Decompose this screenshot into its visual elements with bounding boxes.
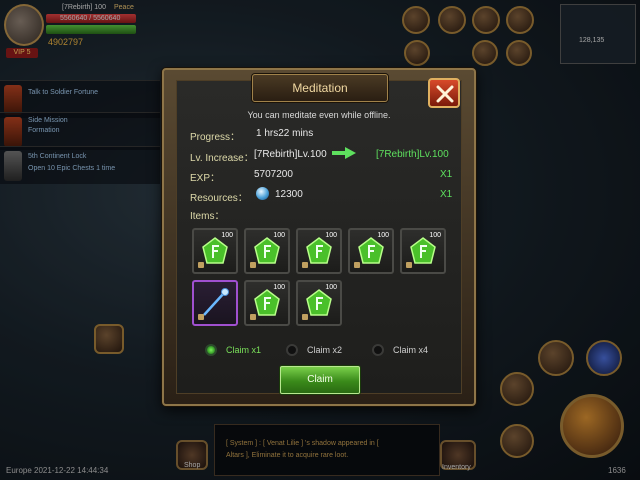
dialog-title: Meditation	[292, 81, 348, 95]
claim-button[interactable]: Claim	[280, 366, 360, 394]
resources-value: 12300	[275, 189, 303, 200]
items-label: Items：	[190, 211, 225, 222]
resources-multiplier: X1	[440, 189, 453, 200]
claim-x1-label[interactable]: Claim x1	[226, 345, 261, 355]
resource-orb-icon	[256, 187, 269, 200]
item-quantity: 100	[273, 284, 285, 291]
bound-lock-icon	[302, 314, 308, 320]
exp-crystal-icon	[358, 237, 384, 264]
progress-value: 1 hrs22 mins	[256, 128, 314, 139]
item-slot-staff[interactable]	[192, 280, 238, 326]
progress-label: Progress：	[190, 132, 241, 143]
claim-x4-label[interactable]: Claim x4	[393, 345, 428, 355]
close-icon	[436, 85, 454, 103]
level-increase-label: Lv. Increase：	[190, 153, 254, 164]
item-slot-exp-crystal[interactable]: 100	[244, 280, 290, 326]
bound-lock-icon	[250, 314, 256, 320]
exp-crystal-icon	[254, 289, 280, 316]
item-slot-exp-crystal[interactable]: 100	[400, 228, 446, 274]
bound-lock-icon	[302, 262, 308, 268]
item-slot-exp-crystal[interactable]: 100	[296, 280, 342, 326]
item-slot-exp-crystal[interactable]: 100	[192, 228, 238, 274]
item-slot-exp-crystal[interactable]: 100	[348, 228, 394, 274]
level-from: [7Rebirth]Lv.100	[254, 149, 327, 160]
bound-lock-icon	[250, 262, 256, 268]
claim-x1-radio[interactable]	[205, 344, 217, 356]
item-quantity: 100	[273, 232, 285, 239]
exp-label: EXP：	[190, 173, 221, 184]
bound-lock-icon	[406, 262, 412, 268]
item-quantity: 100	[377, 232, 389, 239]
exp-crystal-icon	[410, 237, 436, 264]
exp-multiplier: X1	[440, 169, 453, 180]
close-button[interactable]	[428, 78, 460, 108]
exp-crystal-icon	[306, 289, 332, 316]
item-quantity: 100	[325, 284, 337, 291]
exp-crystal-icon	[202, 237, 228, 264]
dialog-subtitle: You can meditate even while offline.	[247, 110, 391, 120]
claim-x2-radio[interactable]	[286, 344, 298, 356]
claim-x4-radio[interactable]	[372, 344, 384, 356]
item-quantity: 100	[429, 232, 441, 239]
bound-lock-icon	[198, 314, 204, 320]
arrow-right-icon	[332, 147, 356, 159]
exp-crystal-icon	[306, 237, 332, 264]
level-to: [7Rebirth]Lv.100	[376, 149, 449, 160]
resources-label: Resources：	[190, 193, 248, 204]
item-quantity: 100	[221, 232, 233, 239]
exp-value: 5707200	[254, 169, 293, 180]
item-slot-exp-crystal[interactable]: 100	[296, 228, 342, 274]
exp-crystal-icon	[254, 237, 280, 264]
claim-x2-label[interactable]: Claim x2	[307, 345, 342, 355]
bound-lock-icon	[354, 262, 360, 268]
item-quantity: 100	[325, 232, 337, 239]
bound-lock-icon	[198, 262, 204, 268]
item-slot-exp-crystal[interactable]: 100	[244, 228, 290, 274]
